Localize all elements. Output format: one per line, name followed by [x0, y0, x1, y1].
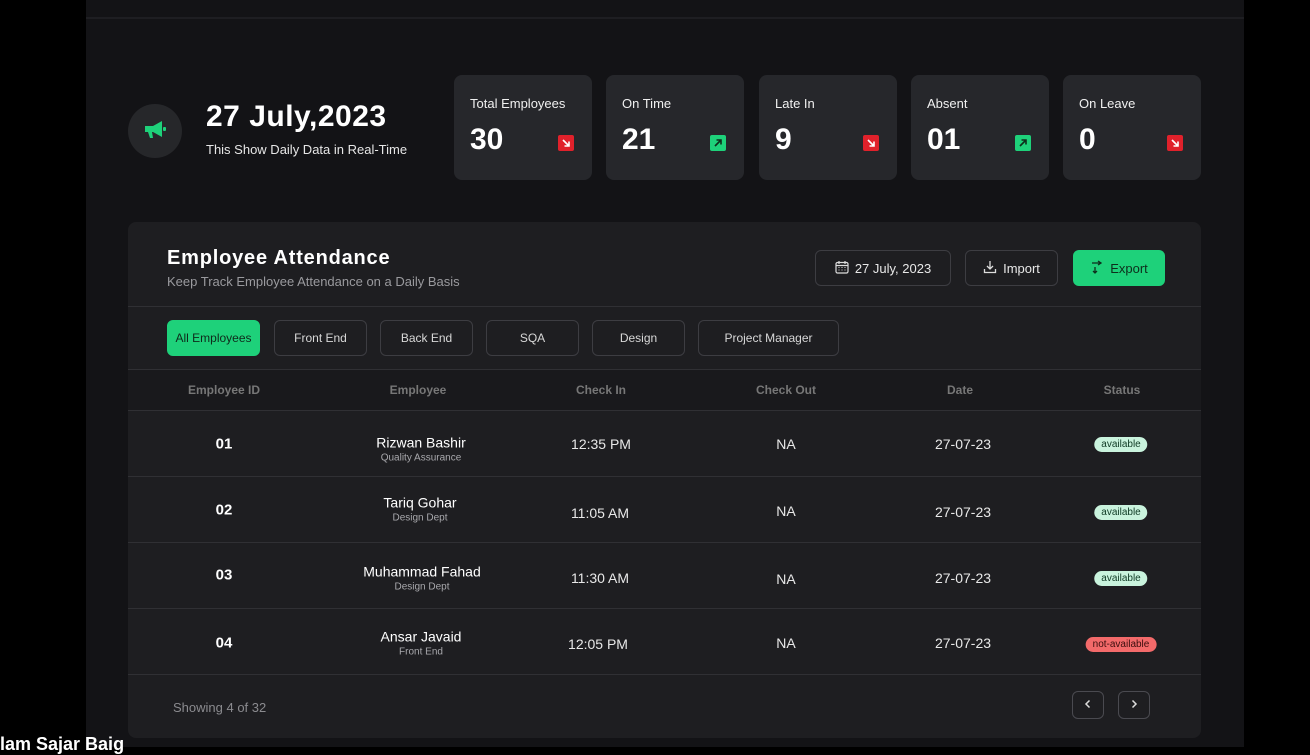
status-badge: available: [1094, 437, 1148, 452]
status-badge: available: [1094, 505, 1148, 520]
tab-project-manager[interactable]: Project Manager: [698, 320, 839, 356]
employee-cell: Tariq Gohar Design Dept: [383, 495, 456, 524]
check-out: NA: [776, 503, 796, 519]
stat-label: Absent: [927, 96, 968, 111]
stat-value: 0: [1079, 123, 1096, 156]
import-label: Import: [1003, 260, 1040, 276]
tab-back-end[interactable]: Back End: [380, 320, 473, 356]
export-label: Export: [1110, 260, 1148, 276]
date: 27-07-23: [934, 504, 992, 520]
trend-down-icon: [558, 135, 574, 151]
stat-label: Late In: [775, 96, 815, 111]
check-out: NA: [776, 436, 796, 452]
employee-cell: Rizwan Bashir Quality Assurance: [376, 435, 465, 464]
export-icon: [1090, 259, 1104, 277]
check-out: NA: [776, 571, 796, 587]
employee-id: 01: [215, 435, 233, 453]
table-row[interactable]: 03 Muhammad Fahad Design Dept 11:30 AM N…: [128, 542, 1201, 609]
employee-name: Muhammad Fahad: [363, 563, 481, 580]
employee-cell: Ansar Javaid Front End: [381, 629, 462, 658]
status-badge: available: [1094, 571, 1148, 586]
employee-dept: Front End: [399, 646, 443, 658]
check-out: NA: [776, 635, 796, 651]
import-icon: [983, 260, 997, 277]
employee-dept: Design Dept: [394, 581, 450, 593]
top-divider: [86, 17, 1244, 19]
tab-front-end[interactable]: Front End: [274, 320, 367, 356]
stat-label: On Leave: [1079, 96, 1136, 111]
attendance-card: Employee Attendance Keep Track Employee …: [128, 222, 1201, 738]
stat-card-absent: Absent 01: [911, 75, 1049, 180]
employee-dept: Design Dept: [392, 512, 448, 524]
column-header-date[interactable]: Date: [947, 383, 973, 397]
date-picker-button[interactable]: 27 July, 2023: [815, 250, 951, 286]
status-cell: not-available: [1085, 634, 1157, 652]
employee-name: Rizwan Bashir: [376, 434, 466, 451]
date-picker-label: 27 July, 2023: [854, 260, 932, 276]
table-row[interactable]: 04 Ansar Javaid Front End 12:05 PM NA 27…: [128, 608, 1201, 675]
column-header-employee[interactable]: Employee: [390, 383, 447, 397]
table-bottom-divider: [128, 674, 1201, 675]
employee-dept: Quality Assurance: [380, 452, 462, 464]
date: 27-07-23: [934, 570, 992, 586]
stat-value: 21: [622, 123, 656, 156]
chevron-right-icon: [1129, 696, 1139, 714]
card-subtitle: Keep Track Employee Attendance on a Dail…: [167, 274, 460, 289]
next-page-button[interactable]: [1118, 691, 1150, 719]
previous-page-button[interactable]: [1072, 691, 1104, 719]
status-cell: available: [1094, 434, 1148, 452]
table-header: Employee ID Employee Check In Check Out …: [128, 370, 1201, 410]
check-in: 12:05 PM: [568, 636, 628, 652]
pagination-summary: Showing 4 of 32: [173, 700, 267, 715]
stat-label: On Time: [622, 96, 672, 111]
employee-name: Ansar Javaid: [380, 628, 462, 645]
tab-design[interactable]: Design: [592, 320, 685, 356]
employee-id: 02: [215, 501, 233, 519]
card-title: Employee Attendance: [167, 247, 391, 269]
tab-sqa[interactable]: SQA: [486, 320, 579, 356]
trend-down-icon: [863, 135, 879, 151]
status-cell: available: [1094, 502, 1148, 520]
trend-up-icon: [1015, 135, 1031, 151]
chevron-left-icon: [1083, 696, 1093, 714]
megaphone-icon: [142, 118, 168, 145]
card-divider: [128, 306, 1201, 307]
current-date: 27 July,2023: [206, 100, 387, 133]
employee-id: 03: [215, 566, 233, 584]
stat-card-on-time: On Time 21: [606, 75, 744, 180]
stat-card-late-in: Late In 9: [759, 75, 897, 180]
check-in: 11:05 AM: [570, 505, 630, 521]
status-badge: not-available: [1085, 637, 1157, 652]
stat-value: 01: [927, 123, 961, 156]
stat-label: Total Employees: [470, 96, 566, 111]
trend-down-icon: [1167, 135, 1183, 151]
calendar-icon: [835, 260, 849, 277]
bottom-caption: lam Sajar Baig: [0, 734, 125, 754]
stat-value: 9: [775, 123, 792, 156]
employee-name: Tariq Gohar: [383, 494, 457, 511]
column-header-check-out[interactable]: Check Out: [756, 383, 816, 397]
stat-card-on-leave: On Leave 0: [1063, 75, 1201, 180]
column-header-status[interactable]: Status: [1104, 383, 1141, 397]
import-button[interactable]: Import: [965, 250, 1058, 286]
announcement-badge[interactable]: [128, 104, 182, 158]
table-row[interactable]: 02 Tariq Gohar Design Dept 11:05 AM NA 2…: [128, 476, 1201, 543]
table-row[interactable]: 01 Rizwan Bashir Quality Assurance 12:35…: [128, 410, 1201, 477]
column-header-employee-id[interactable]: Employee ID: [188, 383, 260, 397]
column-header-check-in[interactable]: Check In: [576, 383, 626, 397]
status-cell: available: [1094, 568, 1148, 586]
tab-all-employees[interactable]: All Employees: [167, 320, 260, 356]
trend-up-icon: [710, 135, 726, 151]
check-in: 11:30 AM: [570, 570, 630, 586]
stat-value: 30: [470, 123, 504, 156]
employee-cell: Muhammad Fahad Design Dept: [363, 564, 481, 593]
date: 27-07-23: [934, 436, 992, 452]
stat-card-total-employees: Total Employees 30: [454, 75, 592, 180]
date: 27-07-23: [934, 635, 992, 651]
check-in: 12:35 PM: [571, 436, 631, 452]
export-button[interactable]: Export: [1073, 250, 1165, 286]
date-subtitle: This Show Daily Data in Real-Time: [206, 142, 408, 157]
employee-id: 04: [215, 634, 233, 652]
app-window: 27 July,2023 This Show Daily Data in Rea…: [86, 0, 1244, 747]
